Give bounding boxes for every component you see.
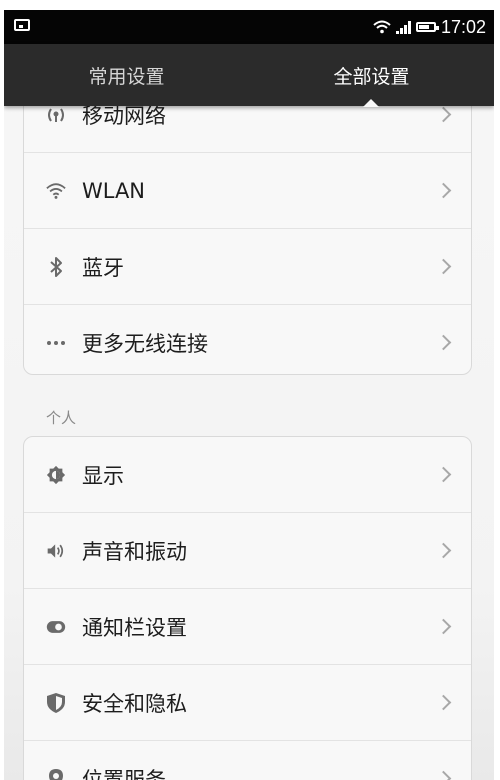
settings-item-security-privacy[interactable]: 安全和隐私 — [24, 665, 471, 741]
settings-item-label: 声音和振动 — [82, 539, 187, 564]
personal-settings-card: 显示 声音和振动 通知栏设置 安全和隐私 位置服务 — [23, 436, 472, 780]
settings-item-notification-bar[interactable]: 通知栏设置 — [24, 589, 471, 665]
chevron-right-icon — [435, 466, 452, 482]
chevron-right-icon — [435, 770, 452, 780]
phone-screen: 17:02 常用设置 全部设置 移动网络 WLAN 蓝牙 更多无线连接 个人 显… — [4, 10, 494, 780]
settings-item-label: 显示 — [82, 463, 124, 488]
signal-strength-icon — [395, 20, 411, 34]
selected-tab-indicator — [363, 99, 379, 107]
settings-item-label: 位置服务 — [82, 767, 166, 780]
chevron-right-icon — [435, 182, 452, 198]
location-pin-icon — [46, 768, 66, 780]
status-right-group: 17:02 — [373, 10, 486, 44]
settings-item-sound[interactable]: 声音和振动 — [24, 513, 471, 589]
tab-common-settings[interactable]: 常用设置 — [4, 44, 249, 106]
settings-item-wlan[interactable]: WLAN — [24, 153, 471, 229]
settings-item-more-wireless[interactable]: 更多无线连接 — [24, 305, 471, 374]
brightness-icon — [46, 465, 66, 485]
gallery-notification-icon — [14, 19, 30, 31]
chevron-right-icon — [435, 618, 452, 634]
shield-icon — [46, 692, 66, 713]
chevron-right-icon — [435, 106, 452, 122]
status-time: 17:02 — [440, 16, 486, 37]
more-dots-icon — [46, 333, 66, 353]
chevron-right-icon — [435, 542, 452, 558]
network-settings-card: 移动网络 WLAN 蓝牙 更多无线连接 — [23, 76, 472, 375]
section-header-personal: 个人 — [46, 409, 77, 427]
speaker-icon — [46, 541, 66, 561]
status-bar: 17:02 — [4, 10, 494, 44]
device-frame: 17:02 常用设置 全部设置 移动网络 WLAN 蓝牙 更多无线连接 个人 显… — [0, 0, 500, 780]
toggle-icon — [46, 617, 66, 637]
wifi-status-icon — [373, 20, 391, 34]
battery-icon — [415, 22, 439, 32]
settings-item-label: 蓝牙 — [82, 255, 124, 280]
chevron-right-icon — [435, 694, 452, 710]
mobile-network-icon — [46, 105, 66, 125]
settings-item-label: 更多无线连接 — [82, 331, 208, 356]
settings-list[interactable]: 移动网络 WLAN 蓝牙 更多无线连接 个人 显示 声音和振动 通知栏设置 安全… — [4, 76, 494, 780]
settings-item-bluetooth[interactable]: 蓝牙 — [24, 229, 471, 305]
bluetooth-icon — [46, 256, 66, 277]
settings-item-label: 通知栏设置 — [82, 615, 187, 640]
settings-item-location[interactable]: 位置服务 — [24, 741, 471, 780]
settings-tab-bar: 常用设置 全部设置 — [4, 44, 494, 107]
wifi-icon — [46, 181, 66, 201]
settings-item-label: 安全和隐私 — [82, 691, 187, 716]
chevron-right-icon — [435, 258, 452, 274]
chevron-right-icon — [435, 334, 452, 350]
settings-item-display[interactable]: 显示 — [24, 437, 471, 513]
settings-item-label: WLAN — [82, 178, 146, 203]
tab-all-settings[interactable]: 全部设置 — [249, 44, 494, 106]
